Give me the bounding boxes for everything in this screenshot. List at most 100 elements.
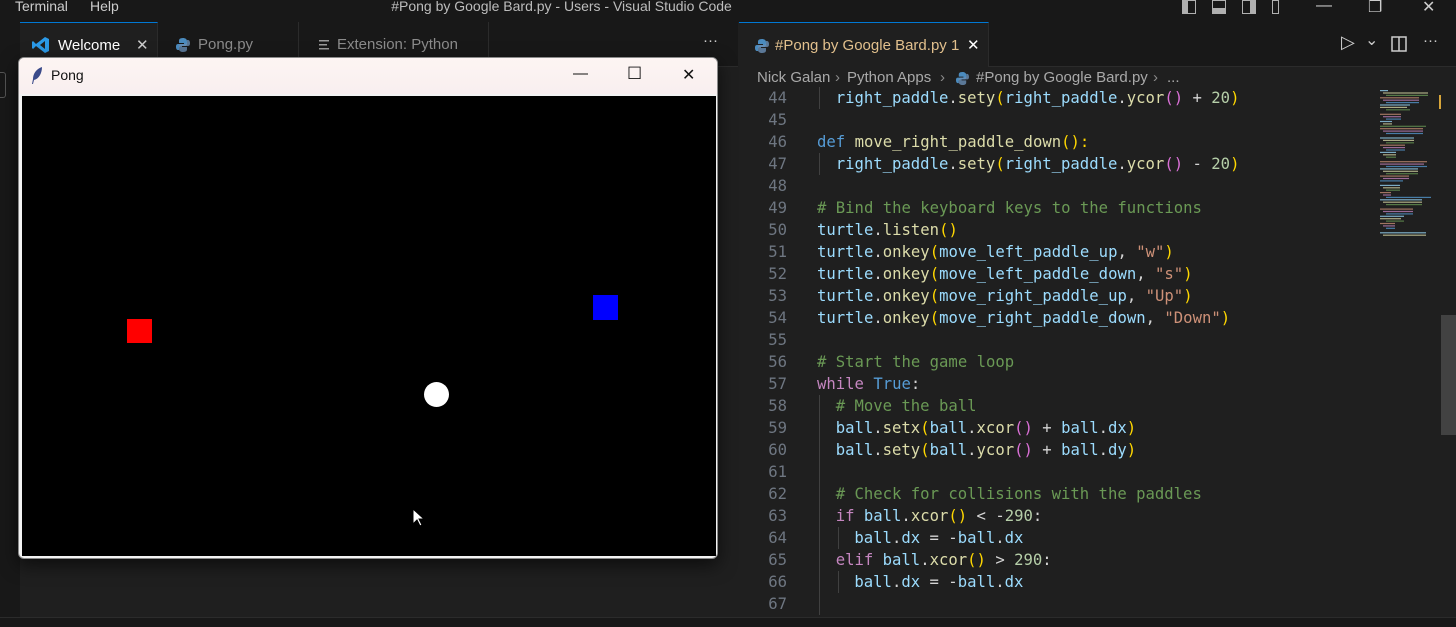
line-number: 57 <box>768 375 787 393</box>
breadcrumb-item[interactable]: Python Apps <box>847 69 931 86</box>
minimap-line <box>1386 213 1413 215</box>
minimap-line <box>1383 99 1419 101</box>
minimap-line <box>1383 177 1409 180</box>
code-token: , <box>1126 287 1146 305</box>
extension-icon <box>319 40 329 50</box>
code-line[interactable]: 50 turtle.listen() <box>739 219 1379 241</box>
breadcrumb-item[interactable]: ... <box>1167 69 1180 86</box>
more-actions-button[interactable]: ··· <box>703 32 718 49</box>
code-line[interactable]: 46 def move_right_paddle_down(): <box>739 131 1379 153</box>
code-line[interactable]: 57 while True: <box>739 373 1379 395</box>
code-line[interactable]: 44 right_paddle.sety(right_paddle.ycor() … <box>739 87 1379 109</box>
code-line[interactable]: 52 turtle.onkey(move_left_paddle_down, "s… <box>739 263 1379 285</box>
code-line[interactable]: 53 turtle.onkey(move_right_paddle_up, "Up… <box>739 285 1379 307</box>
pong-close-button[interactable]: ✕ <box>682 65 695 85</box>
line-number: 44 <box>768 89 787 107</box>
code-line[interactable]: 62 # Check for collisions with the paddle… <box>739 483 1379 505</box>
minimap-line <box>1380 222 1395 225</box>
code-line[interactable]: 66 ball.dx = -ball.dx <box>739 571 1379 593</box>
indent-guide <box>819 87 820 109</box>
toggle-primary-sidebar-icon[interactable] <box>1182 0 1196 14</box>
breadcrumb-item[interactable]: #Pong by Google Bard.py <box>976 69 1148 86</box>
minimap-line <box>1380 192 1391 194</box>
code-line[interactable]: 64 ball.dx = -ball.dx <box>739 527 1379 549</box>
code-token: turtle <box>817 309 874 327</box>
vertical-scrollbar[interactable] <box>1441 87 1456 617</box>
run-python-file-button[interactable]: ▷ <box>1341 32 1355 53</box>
python-icon <box>176 38 190 52</box>
code-line[interactable]: 56 # Start the game loop <box>739 351 1379 373</box>
code-line[interactable]: 54 turtle.onkey(move_right_paddle_down, "… <box>739 307 1379 329</box>
indent-guide <box>819 395 820 417</box>
code-token: sety <box>957 89 996 107</box>
code-line[interactable]: 51 turtle.onkey(move_left_paddle_up, "w") <box>739 241 1379 263</box>
indent-guide <box>819 505 820 527</box>
code-token: onkey <box>882 243 930 261</box>
code-line[interactable]: 61 <box>739 461 1379 483</box>
line-number: 49 <box>768 199 787 217</box>
pong-maximize-button[interactable]: ☐ <box>627 64 642 84</box>
code-line[interactable]: 55 <box>739 329 1379 351</box>
code-token: 290 <box>1014 551 1043 569</box>
code-token: while <box>817 375 874 393</box>
code-token: right_paddle <box>835 89 949 107</box>
code-text: # Start the game loop <box>817 351 1014 373</box>
pong-canvas[interactable] <box>22 96 716 556</box>
window-maximize-button[interactable]: ❐ <box>1368 0 1382 17</box>
pong-minimize-button[interactable]: — <box>573 65 588 82</box>
code-text: turtle.onkey(move_right_paddle_down, "Do… <box>817 307 1230 329</box>
scrollbar-thumb[interactable] <box>1441 315 1456 435</box>
window-close-button[interactable]: ✕ <box>1422 0 1435 17</box>
minimap-line <box>1380 113 1401 115</box>
right-editor-tabs: #Pong by Google Bard.py 1 ✕ ▷ ⌄ ··· <box>739 22 1456 67</box>
code-token: turtle <box>817 265 874 283</box>
code-token: + <box>1032 441 1062 459</box>
code-line[interactable]: 45 <box>739 109 1379 131</box>
code-token: . <box>967 419 977 437</box>
minimap-line <box>1380 208 1413 210</box>
code-line[interactable]: 67 <box>739 593 1379 615</box>
customize-layout-icon[interactable] <box>1272 0 1279 14</box>
code-token: () <box>948 507 968 525</box>
run-dropdown-button[interactable]: ⌄ <box>1365 30 1378 50</box>
code-token: () <box>1014 441 1033 459</box>
code-token: "Down" <box>1164 309 1221 327</box>
code-text: ball.dx = -ball.dx <box>854 571 1023 593</box>
code-line[interactable]: 59 ball.setx(ball.xcor() + ball.dx) <box>739 417 1379 439</box>
code-line[interactable]: 48 <box>739 175 1379 197</box>
breadcrumb: Nick Galan › Python Apps › #Pong by Goog… <box>739 67 1456 89</box>
code-text: elif ball.xcor() > 290: <box>836 549 1052 571</box>
vscode-logo-icon <box>32 37 49 53</box>
breadcrumb-item[interactable]: Nick Galan <box>757 69 830 86</box>
code-token: turtle <box>817 287 874 305</box>
code-token: ycor <box>976 441 1015 459</box>
code-token: ball <box>957 573 996 591</box>
code-line[interactable]: 58 # Move the ball <box>739 395 1379 417</box>
more-actions-button[interactable]: ··· <box>1423 32 1438 49</box>
code-token: () <box>1014 419 1033 437</box>
code-token: "w" <box>1136 243 1165 261</box>
minimap-line <box>1386 142 1414 144</box>
tab-pong-by-google-bard[interactable]: #Pong by Google Bard.py 1 ✕ <box>739 22 989 67</box>
code-token: . <box>995 573 1005 591</box>
pong-titlebar[interactable]: Pong — ☐ ✕ <box>19 58 717 94</box>
minimap[interactable] <box>1376 87 1442 247</box>
code-editor[interactable]: 44 right_paddle.sety(right_paddle.ycor() … <box>739 87 1456 617</box>
minimap-line <box>1383 201 1422 203</box>
code-line[interactable]: 60 ball.sety(ball.ycor() + ball.dy) <box>739 439 1379 461</box>
close-icon[interactable]: ✕ <box>967 23 980 68</box>
code-line[interactable]: 65 elif ball.xcor() > 290: <box>739 549 1379 571</box>
code-line[interactable]: 49 # Bind the keyboard keys to the functi… <box>739 197 1379 219</box>
toggle-panel-icon[interactable] <box>1212 0 1226 14</box>
code-token: onkey <box>882 265 930 283</box>
code-token: turtle <box>817 221 874 239</box>
minimap-line <box>1380 199 1422 201</box>
minimap-line <box>1383 225 1395 227</box>
chevron-right-icon: › <box>1153 69 1158 86</box>
code-line[interactable]: 47 right_paddle.sety(right_paddle.ycor() … <box>739 153 1379 175</box>
split-editor-icon[interactable] <box>1391 36 1407 52</box>
window-minimize-button[interactable]: — <box>1316 0 1332 15</box>
code-line[interactable]: 63 if ball.xcor() < -290: <box>739 505 1379 527</box>
toggle-secondary-sidebar-icon[interactable] <box>1242 0 1256 14</box>
minimap-line <box>1383 170 1418 172</box>
